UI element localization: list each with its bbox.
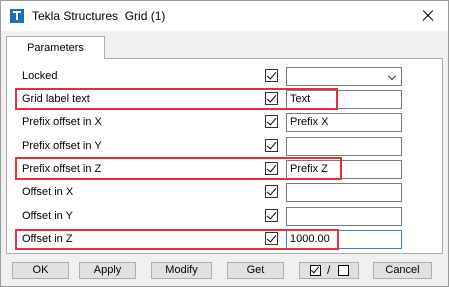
select-all-toggle-button[interactable]: / <box>299 262 359 279</box>
highlight-grid-label-text <box>15 88 338 110</box>
toggle-separator: / <box>327 263 331 277</box>
ok-button[interactable]: OK <box>12 262 69 279</box>
cancel-button[interactable]: Cancel <box>373 262 432 279</box>
dialog-window: Tekla Structures Grid (1) Parameters Loc… <box>0 0 449 287</box>
get-button[interactable]: Get <box>227 262 284 279</box>
offset-x-field[interactable] <box>286 183 402 202</box>
offset-y-checkbox[interactable] <box>265 209 278 222</box>
offset-x-checkbox[interactable] <box>265 185 278 198</box>
checked-box-icon <box>310 265 321 276</box>
unchecked-box-icon <box>338 265 349 276</box>
apply-button[interactable]: Apply <box>79 262 136 279</box>
offset-y-field[interactable] <box>286 207 402 226</box>
prefix-offset-x-field[interactable]: Prefix X <box>286 113 402 132</box>
prefix-offset-y-field[interactable] <box>286 137 402 156</box>
tab-parameters[interactable]: Parameters <box>6 36 105 59</box>
modify-button[interactable]: Modify <box>151 262 212 279</box>
title-bar: Tekla Structures Grid (1) <box>1 1 448 31</box>
prefix-offset-y-checkbox[interactable] <box>265 139 278 152</box>
highlight-offset-z <box>15 229 339 250</box>
locked-combo[interactable] <box>286 67 402 86</box>
tekla-app-icon <box>10 9 24 23</box>
locked-checkbox[interactable] <box>265 69 278 82</box>
highlight-prefix-offset-z <box>15 157 342 180</box>
close-icon[interactable] <box>417 5 439 27</box>
chevron-down-icon <box>387 71 397 81</box>
row-label-offset-x: Offset in X <box>22 186 74 198</box>
row-label-locked: Locked <box>22 70 58 82</box>
window-title: Tekla Structures Grid (1) <box>32 9 166 23</box>
row-label-prefix-offset-x: Prefix offset in X <box>22 116 102 128</box>
row-label-prefix-offset-y: Prefix offset in Y <box>22 140 102 152</box>
row-label-offset-y: Offset in Y <box>22 210 73 222</box>
prefix-offset-x-checkbox[interactable] <box>265 115 278 128</box>
